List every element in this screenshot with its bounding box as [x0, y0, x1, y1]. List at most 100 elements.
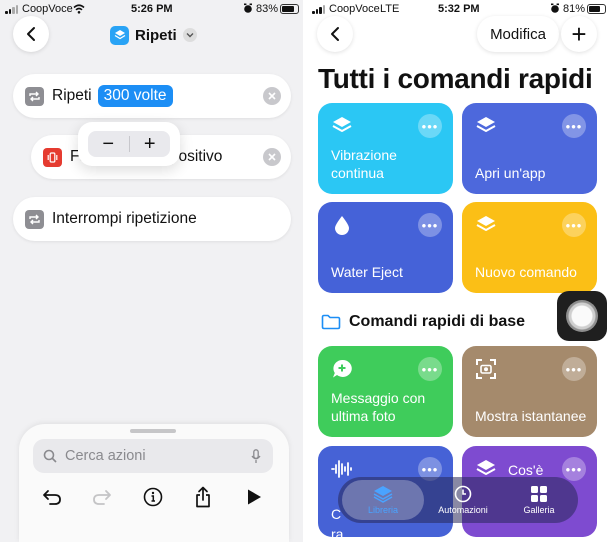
alarm-icon — [551, 3, 559, 13]
shortcut-card-label: Water Eject — [331, 264, 403, 280]
shortcut-card[interactable]: ••• Apri un'app — [462, 103, 597, 194]
battery-percent: 81% — [563, 3, 586, 15]
page-title: Tutti i comandi rapidi — [318, 63, 593, 94]
close-icon — [268, 92, 276, 100]
clock: 5:26 PM — [131, 3, 173, 15]
carrier-label: CoopVoce — [22, 3, 73, 15]
shortcut-card-label: Apri un'app — [475, 165, 546, 181]
more-options-button[interactable]: ••• — [418, 114, 442, 138]
stop-repeat-label: Interrompi ripetizione — [52, 210, 197, 227]
shortcut-title: Ripeti — [135, 26, 177, 44]
share-button[interactable] — [190, 484, 216, 510]
search-actions-field[interactable]: Cerca azioni — [33, 439, 273, 473]
back-icon — [27, 27, 35, 41]
repeat-action[interactable]: Ripeti 300 volte — [13, 74, 291, 118]
edit-button[interactable]: Modifica — [477, 16, 559, 52]
library-icon — [373, 486, 393, 503]
waveform-icon — [331, 458, 353, 480]
shortcut-title-menu[interactable]: Ripeti — [110, 24, 197, 46]
shortcut-card-label: Nuovo comando — [475, 264, 577, 280]
decrement-button[interactable]: − — [88, 131, 129, 157]
screenshot-icon — [475, 358, 497, 380]
drop-icon — [331, 214, 353, 236]
tab-label: Libreria — [367, 505, 398, 515]
signal-icon — [5, 5, 19, 14]
shortcut-card-label: Mostra istantanee — [475, 408, 587, 424]
tab-label: Galleria — [523, 505, 555, 515]
more-options-button[interactable]: ••• — [418, 357, 442, 381]
battery-icon — [587, 4, 606, 14]
repeat-count-popover: − + — [78, 122, 180, 166]
clock-icon — [454, 485, 472, 503]
vibration-icon — [43, 147, 62, 167]
shortcut-app-icon — [110, 25, 129, 45]
shortcut-card[interactable]: ••• Mostra istantanee — [462, 346, 597, 437]
mic-icon[interactable] — [251, 448, 261, 464]
more-options-button[interactable]: ••• — [562, 357, 586, 381]
assistive-touch-button[interactable] — [557, 291, 607, 341]
assistive-touch-icon — [566, 300, 598, 332]
increment-button[interactable]: + — [130, 131, 171, 157]
carrier-label: CoopVoce — [329, 3, 380, 15]
battery-percent: 83% — [256, 3, 279, 15]
play-icon — [248, 489, 261, 505]
layers-icon — [114, 30, 125, 40]
shortcuts-library-screen: CoopVoce LTE 5:32 PM 81% Modifica + Tutt… — [307, 0, 610, 542]
clock: 5:32 PM — [438, 3, 480, 15]
add-shortcut-button[interactable]: + — [561, 16, 597, 52]
more-options-button[interactable]: ••• — [418, 213, 442, 237]
shortcut-card[interactable]: ••• Vibrazione continua — [318, 103, 453, 194]
shortcut-card-label-line2: ra — [331, 526, 344, 537]
back-button[interactable] — [13, 16, 49, 52]
undo-button[interactable] — [39, 484, 65, 510]
search-placeholder: Cerca azioni — [65, 448, 146, 464]
info-button[interactable] — [140, 484, 166, 510]
layers-icon — [331, 115, 353, 137]
stop-repeat-action[interactable]: Interrompi ripetizione — [13, 197, 291, 241]
undo-icon — [43, 490, 61, 505]
repeat-icon — [25, 209, 44, 229]
shortcut-card[interactable]: ••• Water Eject — [318, 202, 453, 293]
tab-bar: Libreria Automazioni Galleria — [338, 477, 578, 523]
run-button[interactable] — [241, 484, 267, 510]
wifi-icon — [73, 4, 85, 14]
info-icon — [143, 487, 163, 507]
tab-label: Automazioni — [438, 505, 488, 515]
section-title: Comandi rapidi di base — [349, 313, 526, 330]
shortcut-card[interactable]: ••• Nuovo comando — [462, 202, 597, 293]
gallery-icon — [531, 486, 547, 502]
battery-icon — [280, 4, 299, 14]
status-bar: CoopVoce 5:26 PM 83% — [0, 0, 303, 18]
repeat-icon — [25, 86, 44, 106]
back-button[interactable] — [317, 16, 353, 52]
network-label: LTE — [380, 3, 400, 15]
repeat-count-stepper: − + — [88, 131, 170, 157]
layers-icon — [475, 115, 497, 137]
tab-automazioni[interactable]: Automazioni — [422, 480, 504, 520]
folder-icon — [321, 314, 341, 330]
sheet-grabber[interactable] — [130, 429, 176, 433]
chevron-down-icon — [182, 28, 197, 42]
shortcut-card[interactable]: ••• Messaggio con ultima foto — [318, 346, 453, 437]
repeat-count-token[interactable]: 300 volte — [97, 85, 173, 107]
remove-vibrate-button[interactable] — [263, 148, 281, 166]
shortcut-editor-screen: CoopVoce 5:26 PM 83% Ripeti Ripeti 300 v… — [0, 0, 303, 542]
layers-icon — [475, 214, 497, 236]
redo-icon — [93, 490, 111, 505]
search-icon — [43, 449, 57, 463]
tab-libreria[interactable]: Libreria — [342, 480, 424, 520]
tab-galleria[interactable]: Galleria — [498, 480, 580, 520]
message-icon — [331, 358, 353, 380]
close-icon — [268, 153, 276, 161]
status-bar: CoopVoce LTE 5:32 PM 81% — [307, 0, 610, 18]
shortcut-card-label: Vibrazione continua — [331, 147, 397, 181]
signal-icon — [312, 5, 326, 14]
more-options-button[interactable]: ••• — [562, 114, 586, 138]
more-options-button[interactable]: ••• — [562, 213, 586, 237]
redo-button[interactable] — [89, 484, 115, 510]
shortcut-card-label: Messaggio con ultima foto — [331, 390, 426, 424]
editor-toolbar — [19, 482, 289, 512]
alarm-icon — [244, 3, 252, 13]
repeat-action-label: Ripeti — [52, 87, 92, 104]
remove-repeat-button[interactable] — [263, 87, 281, 105]
